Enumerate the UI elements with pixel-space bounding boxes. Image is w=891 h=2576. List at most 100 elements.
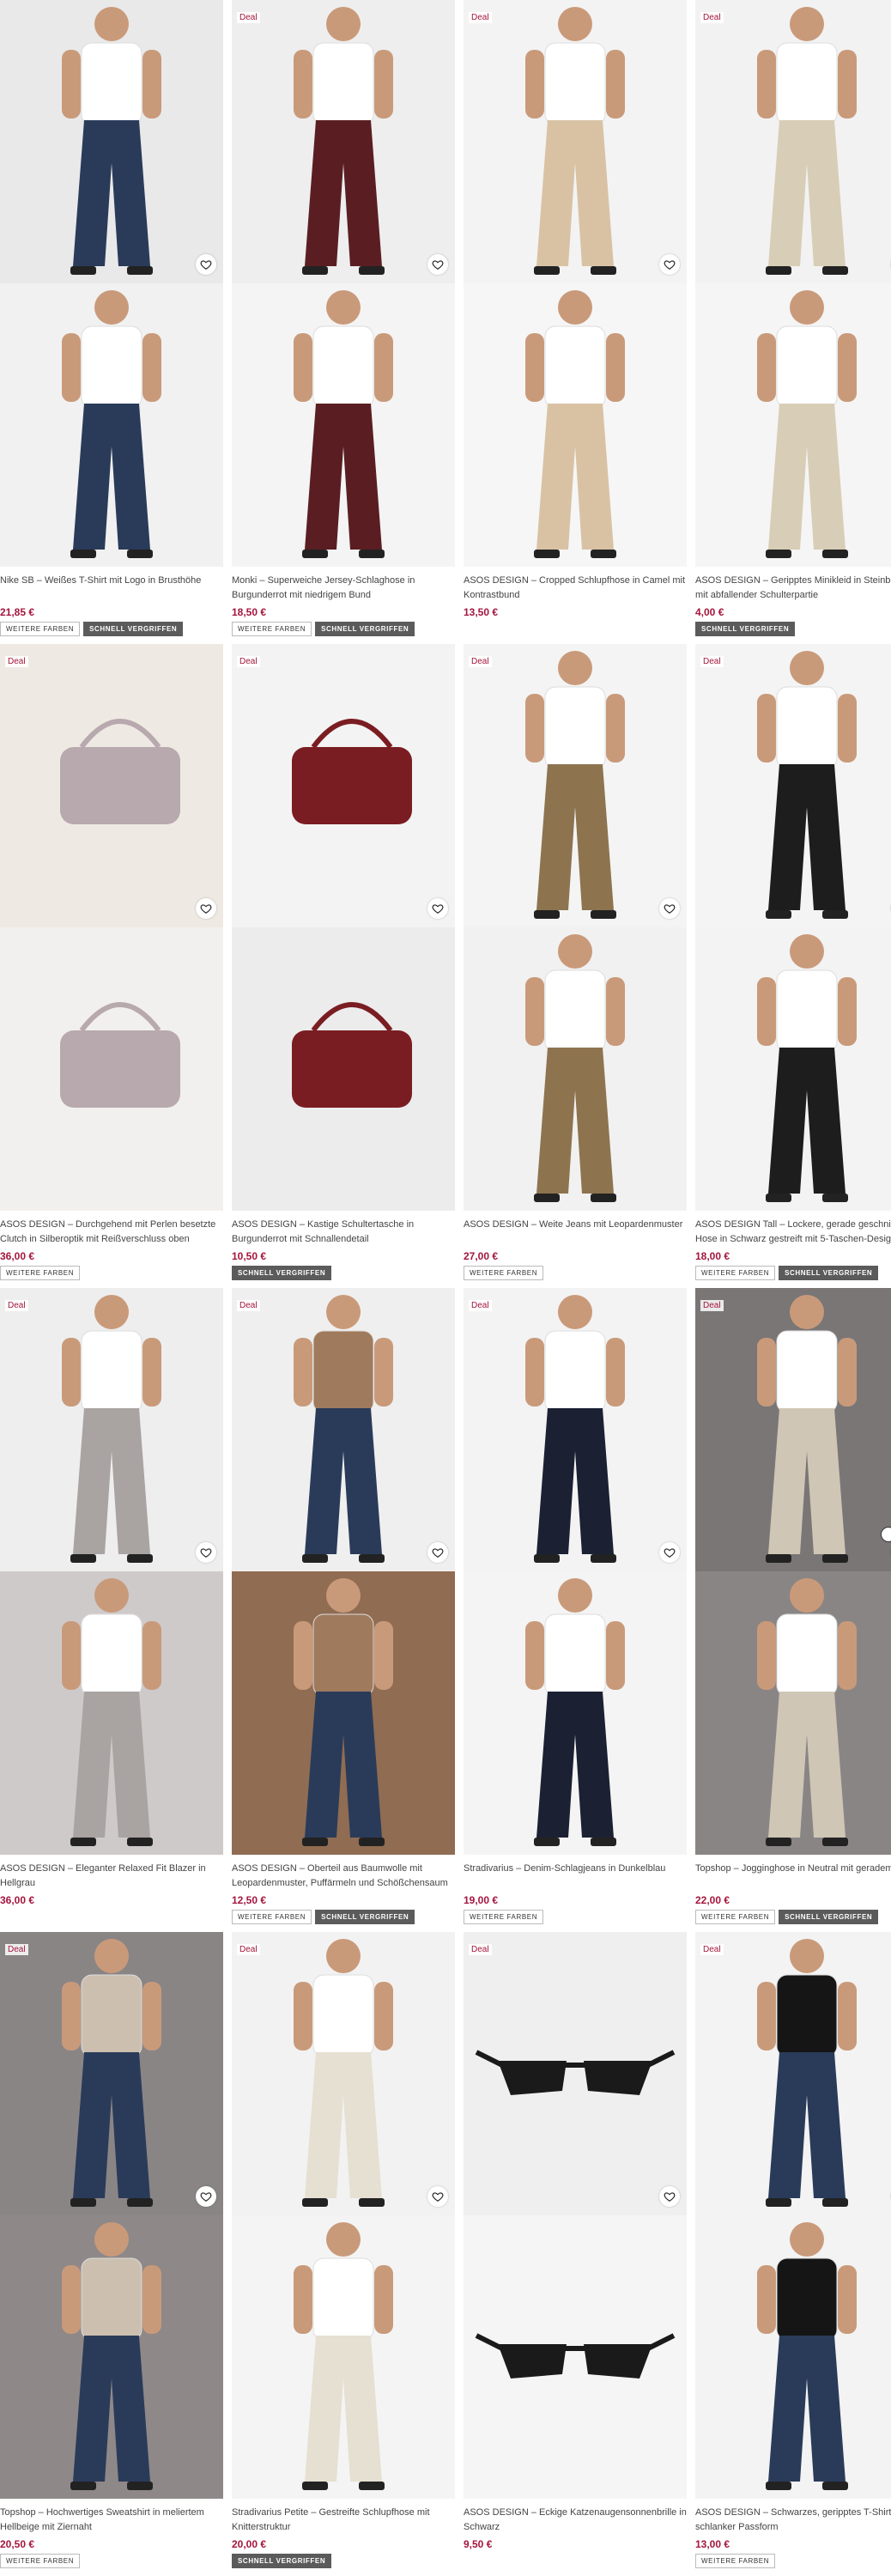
product-card[interactable]: Deal Monki – Superweiche Jersey-Schlagho… xyxy=(232,0,455,644)
carousel-arrow[interactable] xyxy=(881,1527,891,1542)
deal-badge: Deal xyxy=(5,656,28,667)
more-colors-badge[interactable]: WEITERE FARBEN xyxy=(695,1910,776,1924)
more-colors-badge[interactable]: WEITERE FARBEN xyxy=(0,622,81,636)
more-colors-badge[interactable]: WEITERE FARBEN xyxy=(0,1266,81,1280)
product-card[interactable]: Deal ASOS DESIGN – Weite Jeans mit Leopa… xyxy=(464,644,687,1288)
product-image-alt[interactable] xyxy=(0,283,223,567)
product-card[interactable]: Deal ASOS DESIGN – Kastige Schultertasch… xyxy=(232,644,455,1288)
product-card[interactable]: Deal Topshop – Jogginghose in Neutral mi… xyxy=(695,1288,891,1932)
more-colors-badge[interactable]: WEITERE FARBEN xyxy=(464,1266,544,1280)
selling-fast-badge: SCHNELL VERGRIFFEN xyxy=(315,1910,415,1924)
product-title[interactable]: ASOS DESIGN – Geripptes Minikleid in Ste… xyxy=(695,574,891,603)
badge-row: SCHNELL VERGRIFFEN xyxy=(695,622,891,636)
heart-icon[interactable] xyxy=(427,2186,448,2207)
product-title[interactable]: ASOS DESIGN Tall – Lockere, gerade gesch… xyxy=(695,1218,891,1247)
product-price: 19,00 € xyxy=(464,1894,499,1906)
heart-icon[interactable] xyxy=(659,1542,680,1563)
product-card[interactable]: Deal ASOS DESIGN – Eleganter Relaxed Fit… xyxy=(0,1288,223,1932)
product-title[interactable]: ASOS DESIGN – Eleganter Relaxed Fit Blaz… xyxy=(0,1862,223,1891)
more-colors-badge[interactable]: WEITERE FARBEN xyxy=(232,1910,312,1924)
product-title[interactable]: Stradivarius – Denim-Schlagjeans in Dunk… xyxy=(464,1862,687,1891)
product-price: 21,85 € xyxy=(0,606,35,618)
product-image-alt[interactable] xyxy=(464,283,687,567)
product-title[interactable]: Topshop – Jogginghose in Neutral mit ger… xyxy=(695,1862,891,1891)
product-title[interactable]: Topshop – Hochwertiges Sweatshirt in mel… xyxy=(0,2506,223,2535)
product-card[interactable]: Deal ASOS DESIGN – Schwarzes, geripptes … xyxy=(695,1932,891,2576)
product-image[interactable]: Deal xyxy=(0,644,223,927)
more-colors-badge[interactable]: WEITERE FARBEN xyxy=(695,2554,776,2568)
heart-icon[interactable] xyxy=(196,898,216,919)
product-card[interactable]: DealPETITE Stradivarius Petite – Gestrei… xyxy=(232,1932,455,2576)
product-image[interactable]: Deal xyxy=(464,1288,687,1571)
product-image[interactable]: Deal xyxy=(464,1932,687,2215)
product-image[interactable]: Deal xyxy=(232,1288,455,1571)
product-image[interactable]: Deal xyxy=(464,644,687,927)
product-image[interactable]: Deal xyxy=(695,1932,891,2215)
product-image-alt[interactable] xyxy=(464,1571,687,1855)
product-image-alt[interactable] xyxy=(0,927,223,1211)
product-price: 36,00 € xyxy=(0,1894,35,1906)
product-image-alt[interactable] xyxy=(464,2215,687,2499)
product-image[interactable]: Deal xyxy=(464,0,687,283)
badge-row: WEITERE FARBEN xyxy=(0,1266,223,1280)
heart-icon[interactable] xyxy=(659,254,680,275)
more-colors-badge[interactable]: WEITERE FARBEN xyxy=(695,1266,776,1280)
product-image-alt[interactable] xyxy=(695,2215,891,2499)
product-image-alt[interactable] xyxy=(695,283,891,567)
product-image-alt[interactable] xyxy=(232,283,455,567)
product-price: 13,50 € xyxy=(464,606,499,618)
product-card[interactable]: Deal ASOS DESIGN – Durchgehend mit Perle… xyxy=(0,644,223,1288)
product-image[interactable]: Deal xyxy=(695,0,891,283)
product-image[interactable]: Deal xyxy=(0,1288,223,1571)
product-image[interactable]: Deal xyxy=(232,0,455,283)
product-title[interactable]: ASOS DESIGN – Eckige Katzenaugensonnenbr… xyxy=(464,2506,687,2535)
product-image-alt[interactable] xyxy=(0,1571,223,1855)
product-card[interactable]: Deal ASOS DESIGN – Eckige Katzenaugenson… xyxy=(464,1932,687,2576)
more-colors-badge[interactable]: WEITERE FARBEN xyxy=(464,1910,544,1924)
product-image-alt[interactable] xyxy=(0,2215,223,2499)
heart-icon[interactable] xyxy=(427,254,448,275)
product-title[interactable]: ASOS DESIGN – Cropped Schlupfhose in Cam… xyxy=(464,574,687,603)
product-image[interactable] xyxy=(0,0,223,283)
product-image-alt[interactable] xyxy=(695,1571,891,1855)
product-card[interactable]: Deal ASOS DESIGN – Oberteil aus Baumwoll… xyxy=(232,1288,455,1932)
product-price: 20,00 € xyxy=(232,2538,267,2550)
product-card[interactable]: Nike SB – Weißes T-Shirt mit Logo in Bru… xyxy=(0,0,223,644)
heart-icon[interactable] xyxy=(659,898,680,919)
product-card[interactable]: Deal Topshop – Hochwertiges Sweatshirt i… xyxy=(0,1932,223,2576)
product-image[interactable]: Deal xyxy=(695,1288,891,1571)
product-title[interactable]: Nike SB – Weißes T-Shirt mit Logo in Bru… xyxy=(0,574,223,603)
product-image[interactable]: DealPETITE xyxy=(232,1932,455,2215)
more-colors-badge[interactable]: WEITERE FARBEN xyxy=(232,622,312,636)
more-colors-badge[interactable]: WEITERE FARBEN xyxy=(0,2554,81,2568)
product-title[interactable]: ASOS DESIGN – Schwarzes, geripptes T-Shi… xyxy=(695,2506,891,2535)
heart-icon[interactable] xyxy=(659,2186,680,2207)
heart-icon[interactable] xyxy=(196,254,216,275)
deal-badge: Deal xyxy=(469,656,492,667)
heart-icon[interactable] xyxy=(427,1542,448,1563)
product-title[interactable]: ASOS DESIGN – Kastige Schultertasche in … xyxy=(232,1218,455,1247)
product-image-alt[interactable] xyxy=(232,927,455,1211)
product-image-alt[interactable] xyxy=(695,927,891,1211)
heart-icon[interactable] xyxy=(196,2186,216,2207)
product-title[interactable]: ASOS DESIGN – Durchgehend mit Perlen bes… xyxy=(0,1218,223,1247)
product-image-alt[interactable] xyxy=(464,927,687,1211)
product-title[interactable]: ASOS DESIGN – Oberteil aus Baumwolle mit… xyxy=(232,1862,455,1891)
product-image[interactable]: Deal xyxy=(695,644,891,927)
product-title[interactable]: Stradivarius Petite – Gestreifte Schlupf… xyxy=(232,2506,455,2535)
selling-fast-badge: SCHNELL VERGRIFFEN xyxy=(232,1266,332,1280)
heart-icon[interactable] xyxy=(427,898,448,919)
product-image-alt[interactable] xyxy=(232,2215,455,2499)
product-image-alt[interactable] xyxy=(232,1571,455,1855)
product-card[interactable]: Deal ASOS DESIGN – Cropped Schlupfhose i… xyxy=(464,0,687,644)
product-title[interactable]: Monki – Superweiche Jersey-Schlaghose in… xyxy=(232,574,455,603)
product-image[interactable]: Deal xyxy=(0,1932,223,2215)
product-card[interactable]: Deal ASOS DESIGN Tall – Lockere, gerade … xyxy=(695,644,891,1288)
product-image[interactable]: Deal xyxy=(232,644,455,927)
deal-badge: Deal xyxy=(469,12,492,23)
heart-icon[interactable] xyxy=(196,1542,216,1563)
product-title[interactable]: ASOS DESIGN – Weite Jeans mit Leopardenm… xyxy=(464,1218,687,1247)
product-card[interactable]: Deal Stradivarius – Denim-Schlagjeans in… xyxy=(464,1288,687,1932)
deal-badge: Deal xyxy=(700,1944,724,1955)
product-card[interactable]: Deal ASOS DESIGN – Geripptes Minikleid i… xyxy=(695,0,891,644)
